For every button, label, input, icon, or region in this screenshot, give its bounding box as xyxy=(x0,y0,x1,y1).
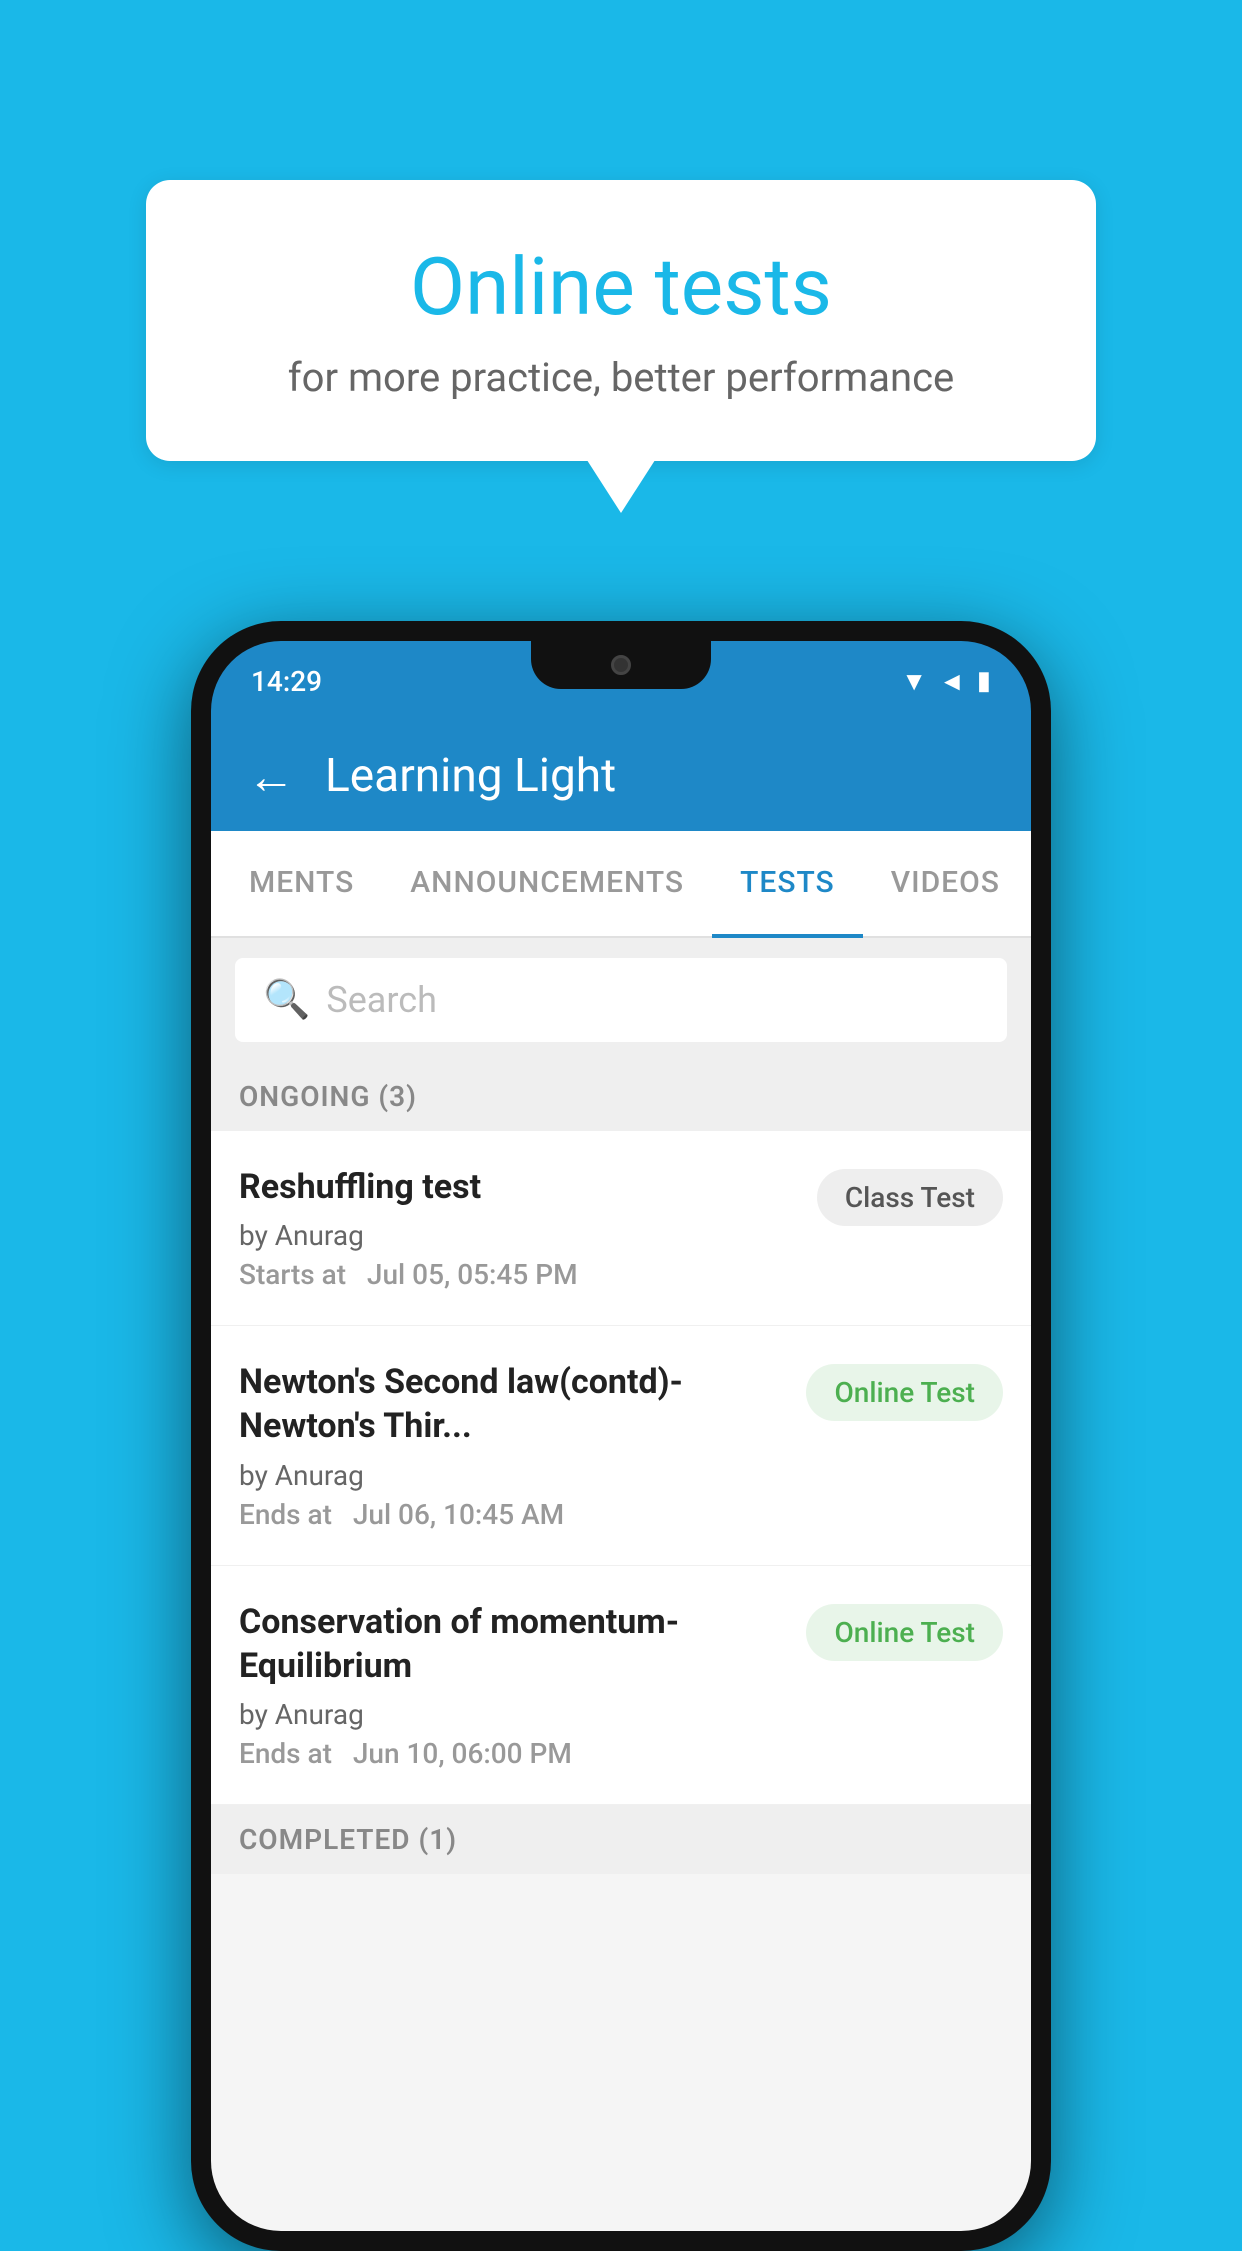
test-item[interactable]: Newton's Second law(contd)-Newton's Thir… xyxy=(211,1326,1031,1565)
test-info: Newton's Second law(contd)-Newton's Thir… xyxy=(239,1360,806,1530)
search-container: 🔍 Search xyxy=(211,938,1031,1062)
search-box[interactable]: 🔍 Search xyxy=(235,958,1007,1042)
back-button[interactable]: ← xyxy=(247,748,295,805)
test-badge-online-2: Online Test xyxy=(806,1604,1003,1661)
completed-section-header: COMPLETED (1) xyxy=(211,1805,1031,1874)
test-time-label: Ends at xyxy=(239,1498,332,1531)
test-badge-online: Online Test xyxy=(806,1364,1003,1421)
test-badge-class: Class Test xyxy=(817,1169,1003,1226)
test-item[interactable]: Reshuffling test by Anurag Starts at Jul… xyxy=(211,1131,1031,1326)
status-icons: ▼ ◄ ▮ xyxy=(901,666,991,697)
test-time: Ends at Jun 10, 06:00 PM xyxy=(239,1737,786,1770)
test-time-label: Starts at xyxy=(239,1258,346,1291)
notch xyxy=(531,641,711,689)
app-bar-title: Learning Light xyxy=(325,749,616,803)
wifi-icon: ▼ xyxy=(901,666,927,697)
test-time: Starts at Jul 05, 05:45 PM xyxy=(239,1258,797,1291)
speech-bubble: Online tests for more practice, better p… xyxy=(146,180,1096,461)
status-bar: 14:29 ▼ ◄ ▮ xyxy=(211,641,1031,721)
speech-bubble-title: Online tests xyxy=(226,240,1016,334)
search-input[interactable]: Search xyxy=(326,979,437,1021)
search-icon: 🔍 xyxy=(263,978,310,1022)
ongoing-section-header: ONGOING (3) xyxy=(211,1062,1031,1131)
test-title: Reshuffling test xyxy=(239,1165,797,1209)
battery-icon: ▮ xyxy=(977,666,991,696)
test-time-label: Ends at xyxy=(239,1737,332,1770)
test-info: Reshuffling test by Anurag Starts at Jul… xyxy=(239,1165,817,1291)
test-author: by Anurag xyxy=(239,1219,797,1252)
test-info: Conservation of momentum-Equilibrium by … xyxy=(239,1600,806,1770)
test-author: by Anurag xyxy=(239,1459,786,1492)
status-time: 14:29 xyxy=(251,665,322,698)
test-title: Newton's Second law(contd)-Newton's Thir… xyxy=(239,1360,786,1448)
phone-wrapper: 14:29 ▼ ◄ ▮ ← Learning Light MENTS ANNOU… xyxy=(191,621,1051,2251)
app-bar: ← Learning Light xyxy=(211,721,1031,831)
phone-screen: MENTS ANNOUNCEMENTS TESTS VIDEOS 🔍 Searc… xyxy=(211,831,1031,2231)
tabs-bar: MENTS ANNOUNCEMENTS TESTS VIDEOS xyxy=(211,831,1031,938)
test-item[interactable]: Conservation of momentum-Equilibrium by … xyxy=(211,1566,1031,1805)
test-time-value: Jun 10, 06:00 PM xyxy=(353,1737,572,1770)
test-time-value: Jul 06, 10:45 AM xyxy=(353,1498,564,1531)
speech-bubble-subtitle: for more practice, better performance xyxy=(226,354,1016,401)
test-time-value: Jul 05, 05:45 PM xyxy=(367,1258,578,1291)
tab-tests[interactable]: TESTS xyxy=(712,831,863,938)
tab-ments[interactable]: MENTS xyxy=(221,831,382,938)
signal-icon: ◄ xyxy=(939,666,965,697)
test-title: Conservation of momentum-Equilibrium xyxy=(239,1600,786,1688)
tab-videos[interactable]: VIDEOS xyxy=(863,831,1028,938)
phone-shell: 14:29 ▼ ◄ ▮ ← Learning Light MENTS ANNOU… xyxy=(191,621,1051,2251)
camera xyxy=(611,655,631,675)
test-author: by Anurag xyxy=(239,1698,786,1731)
tab-announcements[interactable]: ANNOUNCEMENTS xyxy=(382,831,712,938)
test-time: Ends at Jul 06, 10:45 AM xyxy=(239,1498,786,1531)
